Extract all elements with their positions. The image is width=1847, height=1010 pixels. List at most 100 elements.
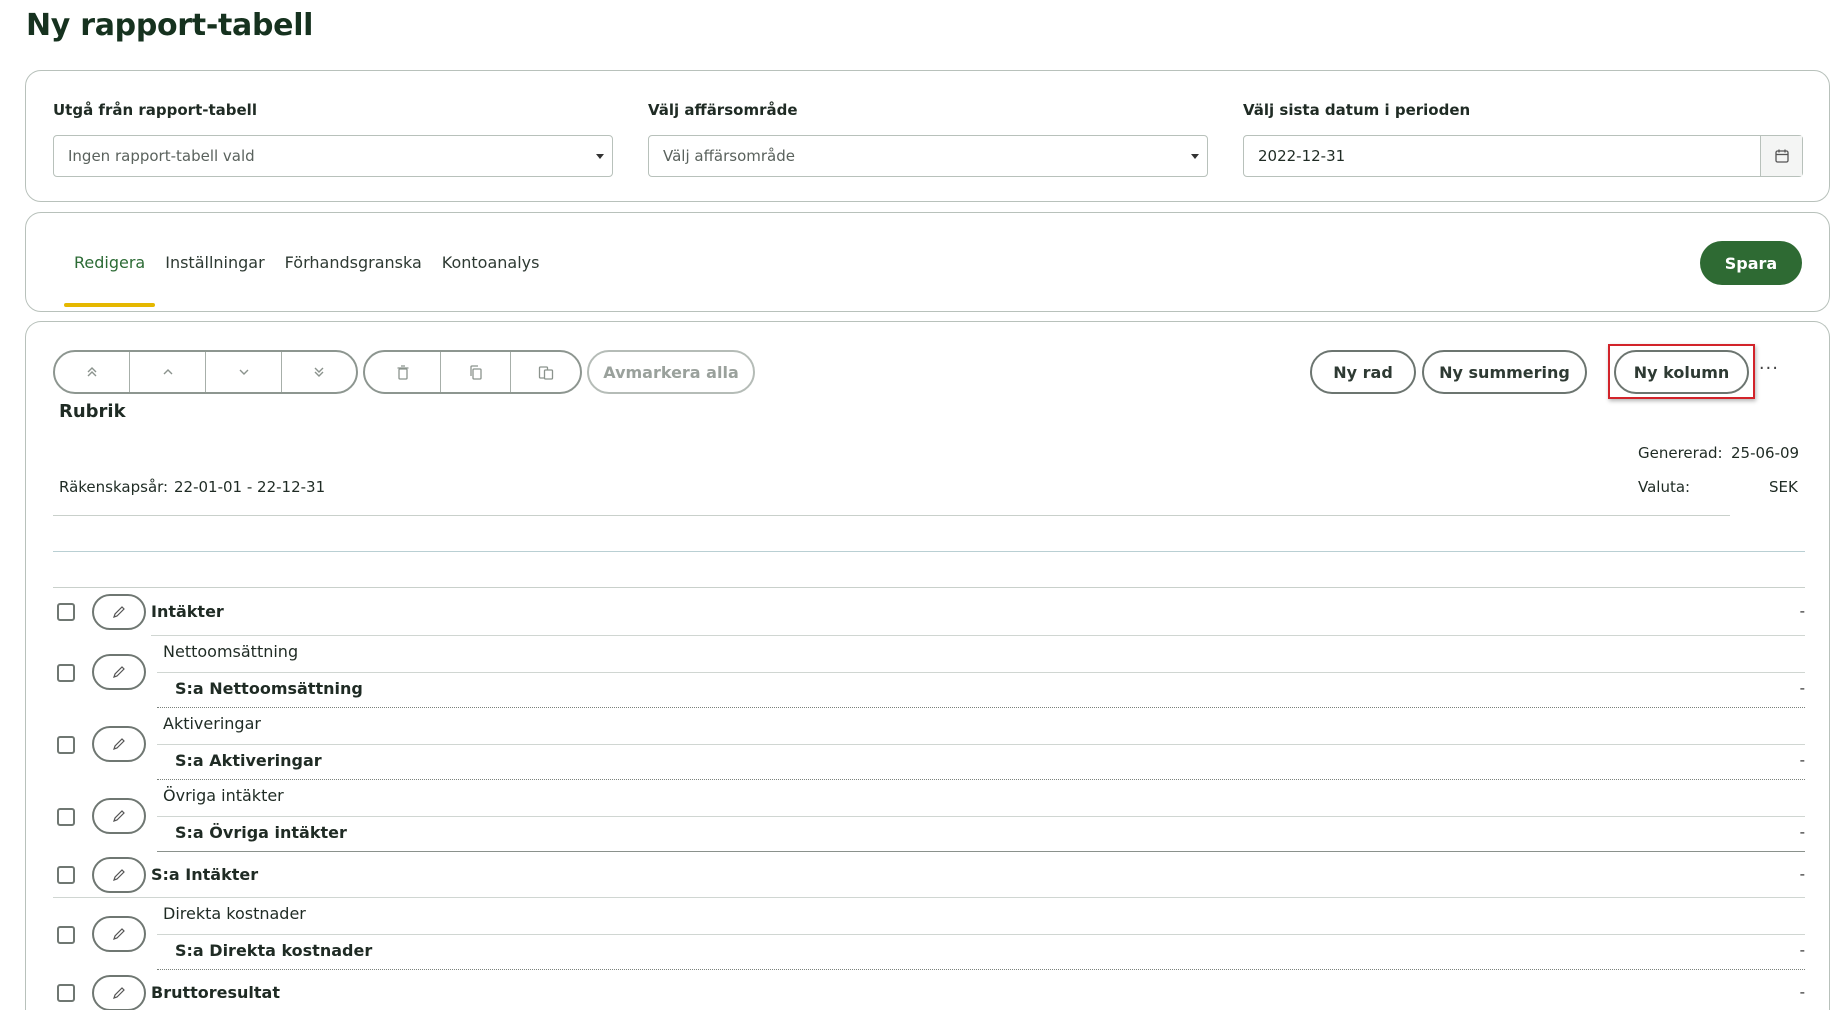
tab-kontoanalys[interactable]: Kontoanalys	[432, 213, 550, 311]
header-divider	[53, 515, 1730, 516]
base-table-select[interactable]: Ingen rapport-tabell vald	[53, 135, 613, 177]
period-end-label: Välj sista datum i perioden	[1243, 101, 1471, 119]
row-checkbox[interactable]	[57, 926, 75, 944]
tab-forhandsgranska[interactable]: Förhandsgranska	[275, 213, 432, 311]
row-divider	[157, 744, 1805, 745]
pencil-icon	[113, 738, 125, 750]
row-label: Övriga intäkter	[163, 786, 284, 805]
double-chevron-down-icon	[314, 367, 324, 377]
table-row: Bruttoresultat -	[53, 970, 1805, 1010]
tab-bar: Redigera Inställningar Förhandsgranska K…	[64, 213, 549, 311]
sum-label: S:a Direkta kostnader	[175, 941, 373, 960]
row-value: -	[1799, 865, 1805, 883]
row-divider	[157, 934, 1805, 935]
more-options-icon[interactable]: ···	[1759, 358, 1779, 379]
business-area-label: Välj affärsområde	[648, 101, 798, 119]
edit-row-button[interactable]	[92, 857, 146, 893]
report-editor: Avmarkera alla Ny rad Ny summering Ny ko…	[25, 321, 1830, 1010]
row-value: -	[1799, 983, 1805, 1001]
table-row: Aktiveringar S:a Aktiveringar -	[53, 708, 1805, 780]
table-row: Övriga intäkter S:a Övriga intäkter -	[53, 780, 1805, 852]
generated-value: 25-06-09	[1731, 444, 1800, 462]
row-checkbox[interactable]	[57, 866, 75, 884]
move-up-button[interactable]	[130, 352, 206, 392]
delete-button[interactable]	[365, 352, 441, 392]
edit-row-button[interactable]	[92, 594, 146, 630]
row-checkbox[interactable]	[57, 736, 75, 754]
base-table-label: Utgå från rapport-tabell	[53, 101, 257, 119]
edit-row-button[interactable]	[92, 798, 146, 834]
trash-icon	[397, 364, 408, 380]
sum-label: S:a Nettoomsättning	[175, 679, 363, 698]
move-to-bottom-button[interactable]	[282, 352, 356, 392]
deselect-all-button[interactable]: Avmarkera alla	[587, 350, 755, 394]
fiscal-year-label: Räkenskapsår:	[59, 478, 169, 496]
sum-label: S:a Övriga intäkter	[175, 823, 347, 842]
pencil-icon	[113, 666, 125, 678]
chevron-up-icon	[163, 369, 172, 375]
period-end-value: 2022-12-31	[1258, 147, 1346, 165]
caret-down-icon	[1191, 154, 1199, 159]
table-row: Intäkter -	[53, 588, 1805, 636]
row-value: -	[1799, 602, 1805, 620]
sum-label: S:a Aktiveringar	[175, 751, 322, 770]
currency-label: Valuta:	[1638, 478, 1691, 496]
paste-icon	[538, 365, 553, 380]
currency-value: SEK	[1769, 478, 1798, 496]
paste-button[interactable]	[511, 352, 580, 392]
base-table-field: Utgå från rapport-tabell Ingen rapport-t…	[53, 101, 613, 177]
row-checkbox[interactable]	[57, 603, 75, 621]
row-divider	[157, 816, 1805, 817]
edit-row-button[interactable]	[92, 726, 146, 762]
edit-row-button[interactable]	[92, 654, 146, 690]
column-header-divider	[53, 551, 1805, 552]
period-end-input[interactable]: 2022-12-31	[1243, 135, 1803, 177]
row-checkbox[interactable]	[57, 664, 75, 682]
pencil-icon	[113, 869, 125, 881]
row-label: S:a Intäkter	[151, 865, 259, 884]
business-area-field: Välj affärsområde Välj affärsområde	[648, 101, 1208, 177]
row-checkbox[interactable]	[57, 984, 75, 1002]
report-heading: Rubrik	[59, 401, 126, 422]
save-button[interactable]: Spara	[1700, 241, 1802, 285]
business-area-value: Välj affärsområde	[663, 147, 795, 165]
pencil-icon	[113, 928, 125, 940]
move-button-group	[53, 350, 358, 394]
move-to-top-button[interactable]	[55, 352, 130, 392]
sum-value: -	[1799, 751, 1805, 769]
new-column-highlight	[1608, 344, 1755, 399]
row-label: Aktiveringar	[163, 714, 261, 733]
row-label: Nettoomsättning	[163, 642, 299, 661]
pencil-icon	[113, 606, 125, 618]
edit-row-button[interactable]	[92, 916, 146, 952]
row-label: Direkta kostnader	[163, 904, 306, 923]
clipboard-button-group	[363, 350, 582, 394]
table-row: Direkta kostnader S:a Direkta kostnader …	[53, 898, 1805, 970]
fiscal-year-value: 22-01-01 - 22-12-31	[174, 478, 326, 496]
tab-redigera[interactable]: Redigera	[64, 213, 156, 311]
new-row-button[interactable]: Ny rad	[1310, 350, 1416, 394]
tab-installningar[interactable]: Inställningar	[155, 213, 274, 311]
sum-value: -	[1799, 823, 1805, 841]
calendar-icon	[1774, 149, 1789, 163]
row-label: Bruttoresultat	[151, 983, 280, 1002]
move-down-button[interactable]	[206, 352, 282, 392]
row-label: Intäkter	[151, 602, 224, 621]
row-checkbox[interactable]	[57, 808, 75, 826]
tabs-panel: Redigera Inställningar Förhandsgranska K…	[25, 212, 1830, 312]
calendar-button[interactable]	[1760, 136, 1802, 176]
double-chevron-up-icon	[87, 367, 97, 377]
caret-down-icon	[596, 154, 604, 159]
pencil-icon	[113, 987, 125, 999]
pencil-icon	[113, 810, 125, 822]
business-area-select[interactable]: Välj affärsområde	[648, 135, 1208, 177]
sum-value: -	[1799, 941, 1805, 959]
table-row: Nettoomsättning S:a Nettoomsättning -	[53, 636, 1805, 708]
row-divider	[157, 672, 1805, 673]
copy-button[interactable]	[441, 352, 511, 392]
edit-row-button[interactable]	[92, 975, 146, 1010]
base-table-value: Ingen rapport-tabell vald	[68, 147, 255, 165]
new-summary-button[interactable]: Ny summering	[1422, 350, 1587, 394]
period-end-field: Välj sista datum i perioden 2022-12-31	[1243, 101, 1803, 177]
page-title: Ny rapport-tabell	[26, 8, 314, 43]
